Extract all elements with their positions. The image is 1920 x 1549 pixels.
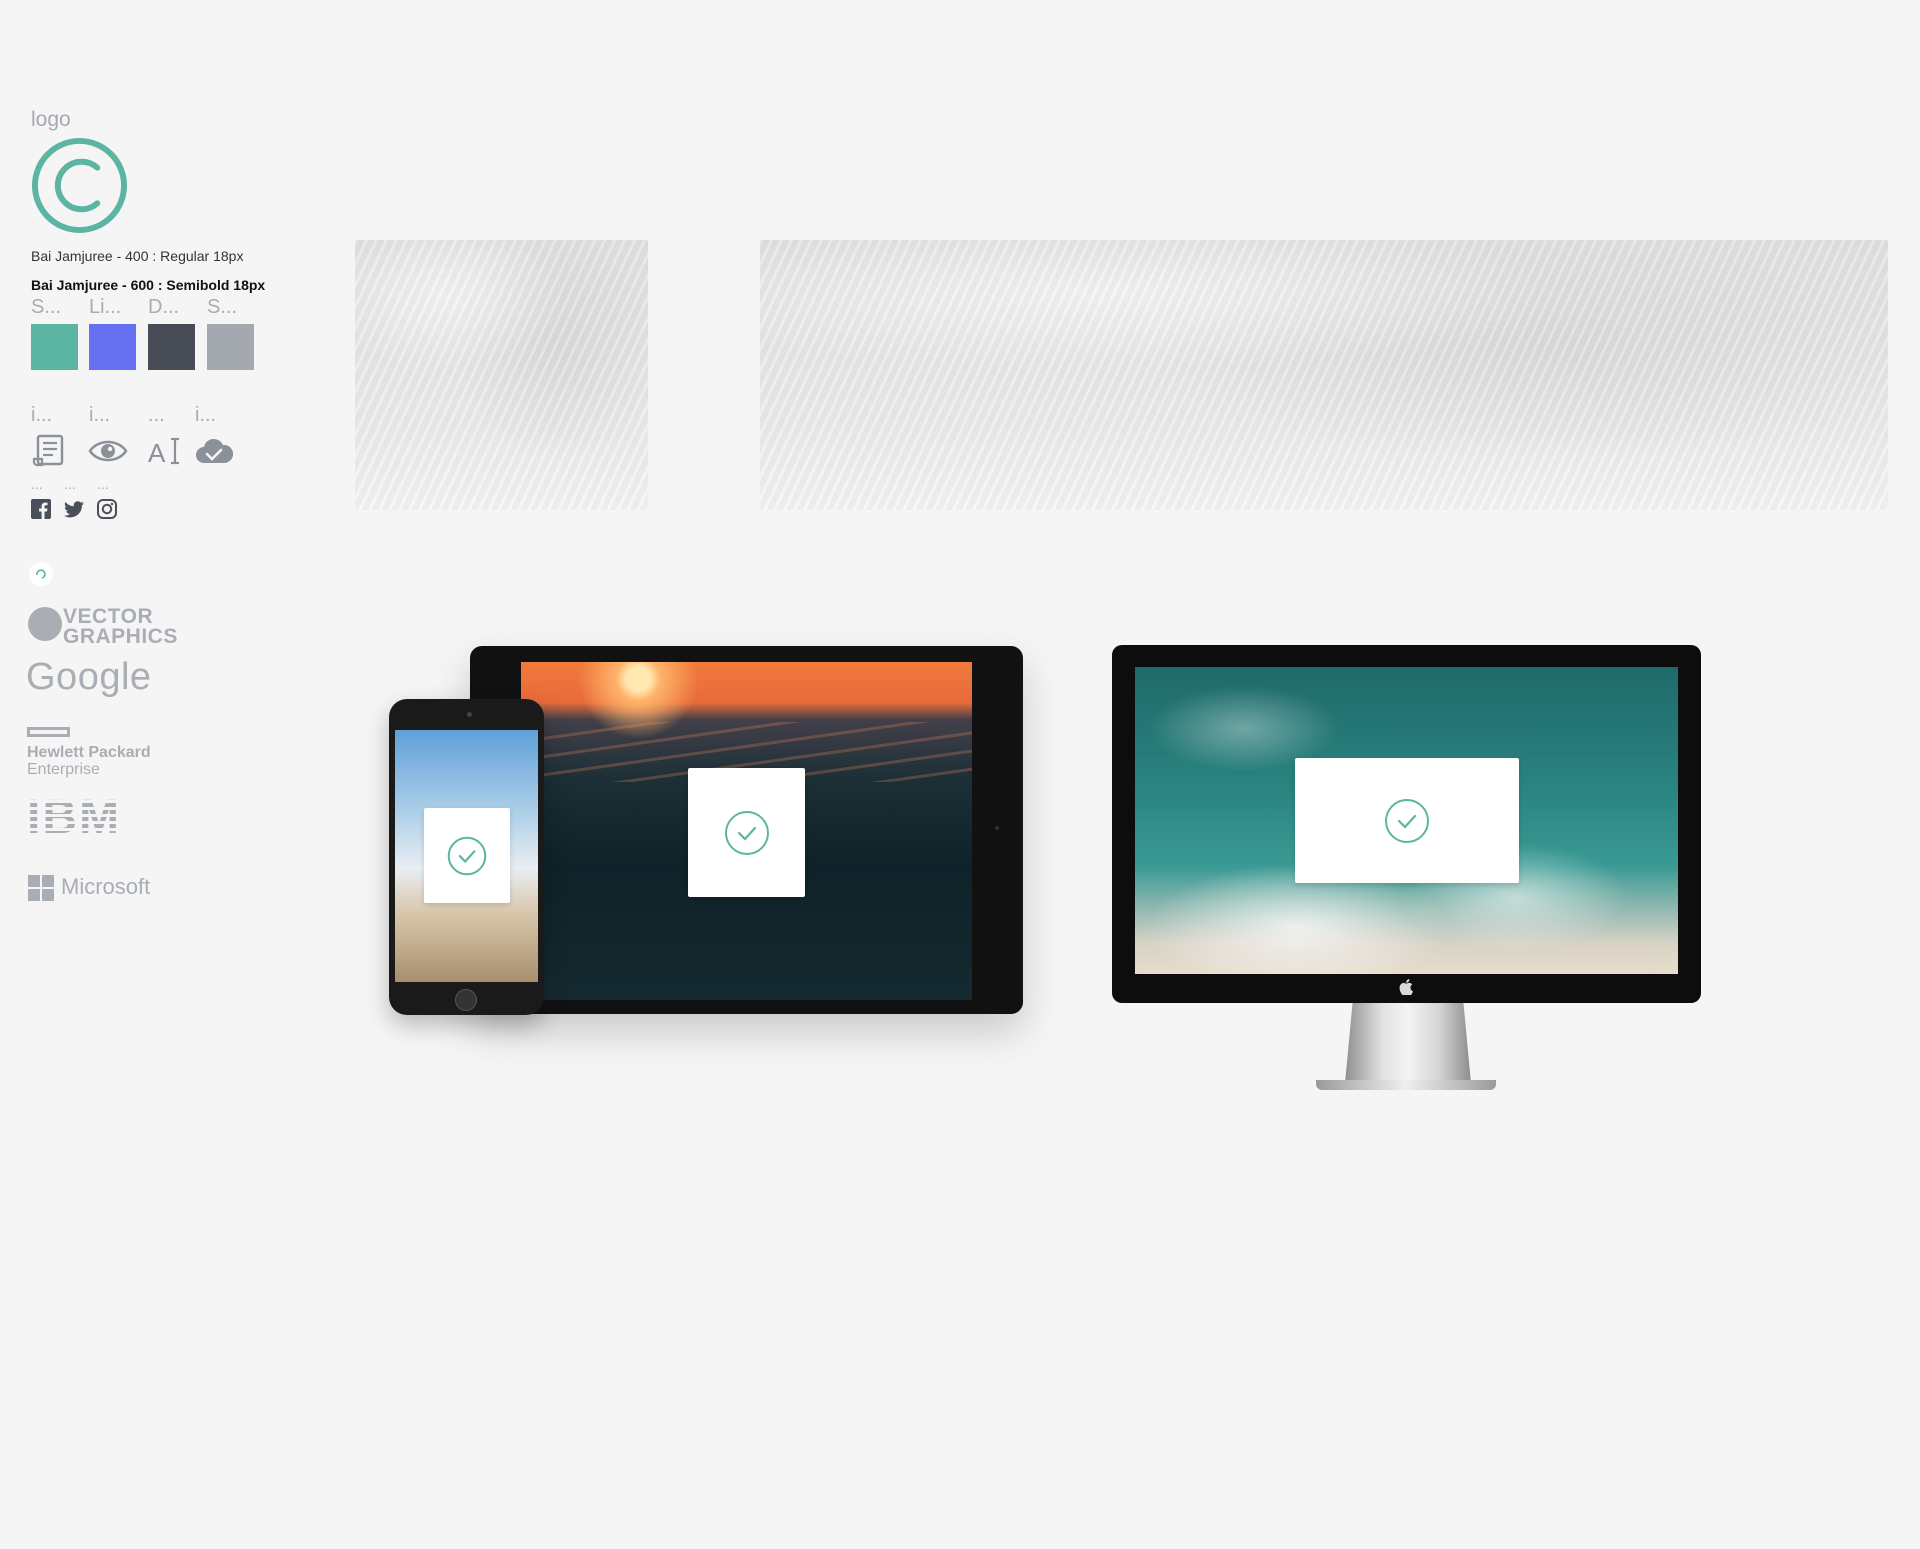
monitor-stand (1345, 1003, 1471, 1083)
instagram-icon[interactable] (96, 498, 118, 520)
tablet-mockup (470, 646, 1023, 1014)
vector-graphics-logo-icon (28, 607, 62, 641)
copyright-logo-icon (31, 137, 128, 234)
vector-logo-line1: VECTOR (63, 605, 154, 628)
check-circle-icon (724, 810, 769, 855)
banner-image-small (355, 240, 648, 510)
social-label: ... (31, 476, 43, 492)
success-card (1295, 758, 1519, 883)
eye-icon[interactable] (88, 433, 128, 469)
phone-mockup (389, 699, 544, 1015)
swatch-label: S... (207, 296, 238, 318)
icon-label: i... (89, 404, 111, 426)
font-semibold-sample: Bai Jamjuree - 600 : Semibold 18px (31, 277, 266, 293)
swatch-secondary[interactable] (207, 324, 254, 370)
ibm-logo: IBM (27, 791, 121, 844)
svg-text:A: A (148, 438, 166, 468)
swatch-light[interactable] (89, 324, 136, 370)
document-icon[interactable] (30, 433, 70, 469)
text-cursor-icon[interactable]: A (146, 433, 186, 469)
facebook-icon[interactable] (30, 498, 52, 520)
hpe-logo-icon (27, 727, 70, 737)
swatch-label: S... (31, 296, 62, 318)
hpe-logo-line1: Hewlett Packard (27, 744, 151, 761)
success-card (688, 768, 805, 897)
apple-logo-icon (1399, 979, 1413, 995)
tablet-screen (521, 662, 972, 1000)
logo-label: logo (31, 108, 71, 131)
phone-camera (467, 712, 472, 717)
vector-graphics-logo: VECTOR GRAPHICS (63, 605, 178, 648)
tablet-camera (995, 826, 999, 830)
swatch-label: D... (148, 296, 180, 318)
phone-screen (395, 730, 538, 982)
google-logo: Google (26, 656, 152, 698)
success-card (424, 808, 510, 903)
monitor-base (1316, 1080, 1496, 1090)
hpe-logo: Hewlett Packard Enterprise (27, 744, 151, 778)
microsoft-logo: Microsoft (61, 874, 151, 899)
swatch-label: Li... (89, 296, 122, 318)
cloud-check-icon[interactable] (194, 433, 234, 469)
phone-home-button[interactable] (455, 989, 477, 1011)
swatch-dark[interactable] (148, 324, 195, 370)
vector-logo-line2: GRAPHICS (63, 625, 178, 648)
banner-image-wide (760, 240, 1888, 510)
check-circle-icon (447, 836, 487, 875)
loading-icon (29, 562, 53, 586)
icon-label: ... (148, 404, 165, 426)
hpe-logo-line2: Enterprise (27, 761, 100, 778)
social-label: ... (97, 476, 109, 492)
check-circle-icon (1385, 798, 1429, 843)
icon-label: i... (31, 404, 53, 426)
twitter-icon[interactable] (63, 498, 85, 520)
icon-label: i... (195, 404, 217, 426)
monitor-mockup (1112, 645, 1701, 1003)
swatch-primary[interactable] (31, 324, 78, 370)
font-regular-sample: Bai Jamjuree - 400 : Regular 18px (31, 248, 244, 264)
microsoft-logo-icon (28, 875, 54, 901)
monitor-screen (1135, 667, 1678, 974)
social-label: ... (64, 476, 76, 492)
